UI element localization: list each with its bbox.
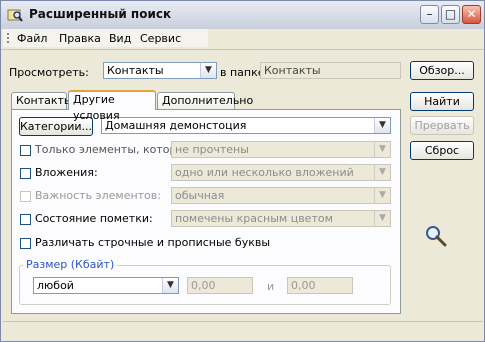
chevron-down-icon[interactable]: ▼ xyxy=(200,63,216,78)
menu-divider xyxy=(1,49,484,50)
minimize-button[interactable]: – xyxy=(420,5,439,24)
match-case-checkbox[interactable] xyxy=(20,238,31,249)
flag-status-value: помечены красным цветом xyxy=(175,212,333,225)
importance-value: обычная xyxy=(175,189,225,202)
advanced-search-window: Расширенный поиск – □ ✕ Файл Правка Вид … xyxy=(0,0,485,342)
look-for-select[interactable]: Контакты ▼ xyxy=(103,62,217,79)
chevron-down-icon[interactable]: ▼ xyxy=(374,188,390,203)
toolbar-grip[interactable] xyxy=(7,33,11,43)
size-to-field[interactable]: 0,00 xyxy=(287,277,353,294)
window-title: Расширенный поиск xyxy=(29,7,172,21)
flag-status-checkbox[interactable] xyxy=(20,214,31,225)
look-for-value: Контакты xyxy=(107,64,164,77)
tab-more-choices[interactable]: Другие условия xyxy=(68,90,156,122)
attachments-value: одно или несколько вложений xyxy=(175,166,354,179)
flag-status-label: Состояние пометки: xyxy=(35,212,153,225)
size-and-label: и xyxy=(267,280,275,293)
status-bar xyxy=(3,323,483,340)
menu-edit[interactable]: Правка xyxy=(59,32,101,45)
size-group-title: Размер (Кбайт) xyxy=(23,258,118,271)
attachments-checkbox[interactable] xyxy=(20,168,31,179)
stop-button[interactable]: Прервать xyxy=(410,116,474,135)
size-condition-value: любой xyxy=(37,279,74,292)
menu-view[interactable]: Вид xyxy=(109,32,131,45)
importance-checkbox[interactable] xyxy=(20,191,31,202)
maximize-button[interactable]: □ xyxy=(441,5,460,24)
look-for-label: Просмотреть: xyxy=(9,66,89,79)
chevron-down-icon[interactable]: ▼ xyxy=(374,211,390,226)
size-from-field[interactable]: 0,00 xyxy=(187,277,253,294)
close-button[interactable]: ✕ xyxy=(462,5,481,24)
read-status-select[interactable]: не прочтены ▼ xyxy=(171,141,391,158)
match-case-label: Различать строчные и прописные буквы xyxy=(35,236,271,249)
chevron-down-icon[interactable]: ▼ xyxy=(162,278,178,293)
status-divider xyxy=(3,321,483,322)
attachments-select[interactable]: одно или несколько вложений ▼ xyxy=(171,164,391,181)
magnifier-icon xyxy=(426,226,447,247)
new-search-button[interactable]: Сброс xyxy=(410,141,474,160)
menu-bar: Файл Правка Вид Сервис xyxy=(3,29,208,47)
tab-contacts[interactable]: Контакты xyxy=(11,92,73,109)
menu-file[interactable]: Файл xyxy=(17,32,47,45)
flag-status-select[interactable]: помечены красным цветом ▼ xyxy=(171,210,391,227)
size-condition-select[interactable]: любой ▼ xyxy=(33,277,179,294)
read-status-checkbox[interactable] xyxy=(20,145,31,156)
read-status-value: не прочтены xyxy=(175,143,249,156)
attachments-label: Вложения: xyxy=(35,166,98,179)
categories-value: Домашняя демонстоция xyxy=(105,119,247,132)
find-now-button[interactable]: Найти xyxy=(410,92,474,111)
importance-label: Важность элементов: xyxy=(35,189,161,202)
categories-field[interactable]: Домашняя демонстоция ▼ xyxy=(101,117,391,134)
chevron-down-icon[interactable]: ▼ xyxy=(374,118,390,133)
browse-button[interactable]: Обзор... xyxy=(410,61,474,80)
search-window-icon xyxy=(7,9,23,22)
tab-advanced[interactable]: Дополнительно xyxy=(157,92,253,109)
chevron-down-icon[interactable]: ▼ xyxy=(374,142,390,157)
chevron-down-icon[interactable]: ▼ xyxy=(374,165,390,180)
importance-select[interactable]: обычная ▼ xyxy=(171,187,391,204)
title-bar[interactable]: Расширенный поиск – □ ✕ xyxy=(1,1,484,29)
folder-field: Контакты xyxy=(260,62,401,79)
menu-tools[interactable]: Сервис xyxy=(140,32,181,45)
